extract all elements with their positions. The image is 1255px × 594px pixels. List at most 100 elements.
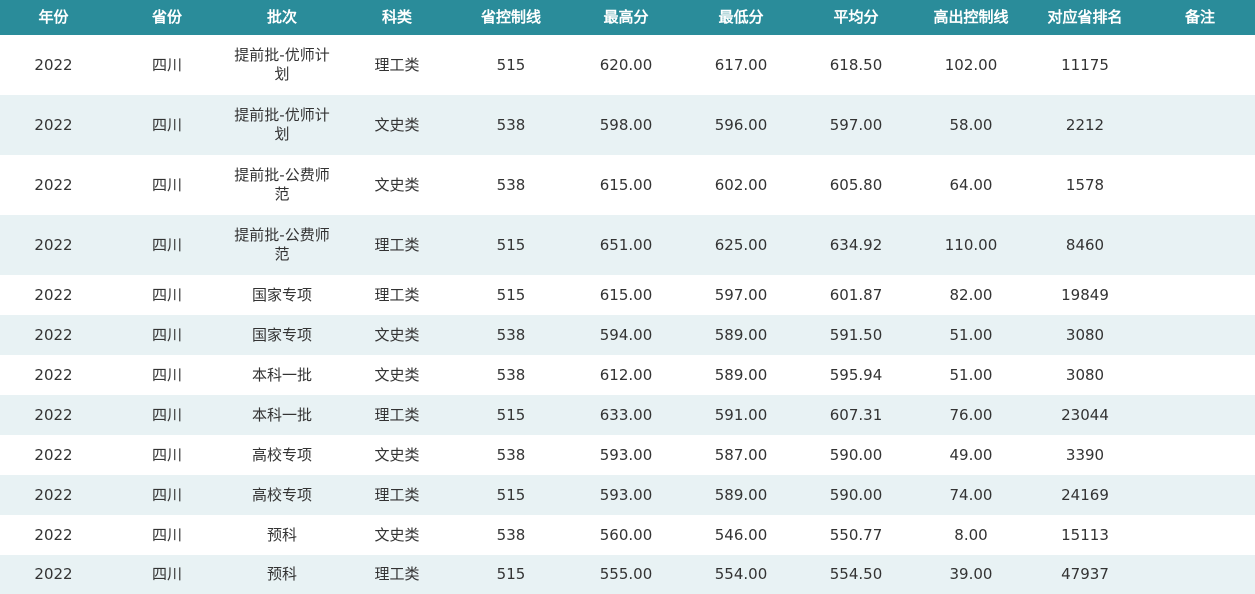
cell-category: 理工类 <box>337 475 457 515</box>
col-header-province[interactable]: 省份 <box>107 0 227 35</box>
cell-max-score: 593.00 <box>565 435 687 475</box>
cell-province-text: 四川 <box>151 525 182 544</box>
cell-batch: 预科 <box>227 515 337 555</box>
cell-province: 四川 <box>107 35 227 95</box>
col-header-control-line[interactable]: 省控制线 <box>457 0 565 35</box>
cell-year: 2022 <box>0 275 107 315</box>
cell-category: 文史类 <box>337 155 457 215</box>
cell-max-score-text: 594.00 <box>599 325 653 344</box>
cell-batch-text: 预科 <box>266 565 297 583</box>
cell-year-text: 2022 <box>34 235 73 254</box>
cell-note <box>1145 155 1255 215</box>
cell-note <box>1145 515 1255 555</box>
cell-province: 四川 <box>107 315 227 355</box>
cell-max-score-text: 555.00 <box>599 565 653 583</box>
cell-above-line-text: 102.00 <box>944 55 998 74</box>
cell-above-line-text: 82.00 <box>949 285 993 304</box>
cell-above-line: 82.00 <box>917 275 1025 315</box>
cell-province-rank: 24169 <box>1025 475 1145 515</box>
cell-year-text: 2022 <box>34 565 73 583</box>
cell-province-text: 四川 <box>151 115 182 134</box>
cell-control-line: 515 <box>457 35 565 95</box>
cell-above-line: 76.00 <box>917 395 1025 435</box>
cell-province-rank-text: 15113 <box>1061 525 1109 544</box>
cell-category-text: 文史类 <box>374 115 420 134</box>
cell-control-line-text: 538 <box>496 175 526 194</box>
cell-avg-score-text: 554.50 <box>829 565 883 583</box>
cell-year: 2022 <box>0 355 107 395</box>
cell-year: 2022 <box>0 155 107 215</box>
table-row: 2022 四川 提前批-优师计划 文史类 538 598.00 596.00 597.00 58… <box>0 95 1255 155</box>
cell-min-score-text: 589.00 <box>714 365 768 384</box>
cell-year-text: 2022 <box>34 115 73 134</box>
cell-above-line-text: 51.00 <box>949 365 993 384</box>
cell-province: 四川 <box>107 435 227 475</box>
cell-min-score: 589.00 <box>687 315 795 355</box>
table-header: 年份 省份 批次 科类 省控制线 最高分 最低分 平均分 高出控制线 对应省排名… <box>0 0 1255 35</box>
cell-province-rank: 8460 <box>1025 215 1145 275</box>
cell-province-rank-text: 8460 <box>1065 235 1105 254</box>
cell-category-text: 文史类 <box>374 445 420 464</box>
cell-note <box>1145 315 1255 355</box>
table-body: 2022 四川 提前批-优师计划 理工类 515 620.00 617.00 618.50 10… <box>0 35 1255 594</box>
cell-min-score-text: 596.00 <box>714 115 768 134</box>
cell-above-line: 51.00 <box>917 315 1025 355</box>
cell-category-text: 文史类 <box>374 325 420 344</box>
cell-category: 理工类 <box>337 215 457 275</box>
cell-province-rank-text: 3390 <box>1065 445 1105 464</box>
cell-max-score: 620.00 <box>565 35 687 95</box>
cell-control-line: 515 <box>457 555 565 594</box>
col-header-category[interactable]: 科类 <box>337 0 457 35</box>
table-row: 2022 四川 本科一批 理工类 515 633.00 591.00 607.31 76.00 2… <box>0 395 1255 435</box>
col-header-province-rank[interactable]: 对应省排名 <box>1025 0 1145 35</box>
cell-category: 理工类 <box>337 35 457 95</box>
cell-province: 四川 <box>107 515 227 555</box>
cell-province: 四川 <box>107 355 227 395</box>
col-header-min-score[interactable]: 最低分 <box>687 0 795 35</box>
cell-avg-score-text: 597.00 <box>829 115 883 134</box>
cell-province-rank-text: 2212 <box>1065 115 1105 134</box>
col-header-note[interactable]: 备注 <box>1145 0 1255 35</box>
cell-province-text: 四川 <box>151 445 182 464</box>
col-header-batch[interactable]: 批次 <box>227 0 337 35</box>
cell-avg-score-text: 550.77 <box>829 525 883 544</box>
cell-max-score-text: 598.00 <box>599 115 653 134</box>
table-row: 2022 四川 提前批-优师计划 理工类 515 620.00 617.00 618.50 10… <box>0 35 1255 95</box>
cell-max-score-text: 560.00 <box>599 525 653 544</box>
col-header-max-score[interactable]: 最高分 <box>565 0 687 35</box>
col-header-year[interactable]: 年份 <box>0 0 107 35</box>
cell-max-score: 651.00 <box>565 215 687 275</box>
cell-avg-score: 590.00 <box>795 475 917 515</box>
cell-control-line: 515 <box>457 475 565 515</box>
cell-province-rank-text: 24169 <box>1061 485 1109 504</box>
cell-year: 2022 <box>0 35 107 95</box>
cell-province: 四川 <box>107 155 227 215</box>
cell-note <box>1145 555 1255 594</box>
cell-above-line: 110.00 <box>917 215 1025 275</box>
cell-batch-text: 国家专项 <box>251 325 312 344</box>
col-header-above-line[interactable]: 高出控制线 <box>917 0 1025 35</box>
cell-avg-score: 597.00 <box>795 95 917 155</box>
cell-province-rank: 3080 <box>1025 355 1145 395</box>
cell-min-score: 625.00 <box>687 215 795 275</box>
cell-category: 理工类 <box>337 395 457 435</box>
table-row: 2022 四川 国家专项 理工类 515 615.00 597.00 601.87 82.00 1… <box>0 275 1255 315</box>
cell-avg-score-text: 601.87 <box>829 285 883 304</box>
cell-batch-text: 高校专项 <box>251 485 312 504</box>
cell-province-rank: 3080 <box>1025 315 1145 355</box>
cell-province-text: 四川 <box>151 405 182 424</box>
cell-province-rank-text: 23044 <box>1061 405 1109 424</box>
cell-year-text: 2022 <box>34 525 73 544</box>
cell-province-text: 四川 <box>151 365 182 384</box>
cell-category-text: 理工类 <box>374 235 420 254</box>
cell-above-line: 102.00 <box>917 35 1025 95</box>
cell-control-line-text: 515 <box>496 285 526 304</box>
cell-above-line-text: 58.00 <box>949 115 993 134</box>
cell-min-score: 591.00 <box>687 395 795 435</box>
cell-avg-score-text: 618.50 <box>829 55 883 74</box>
cell-category-text: 文史类 <box>374 525 420 544</box>
cell-province-rank-text: 19849 <box>1061 285 1109 304</box>
col-header-avg-score[interactable]: 平均分 <box>795 0 917 35</box>
cell-above-line: 39.00 <box>917 555 1025 594</box>
cell-control-line-text: 515 <box>496 405 526 424</box>
